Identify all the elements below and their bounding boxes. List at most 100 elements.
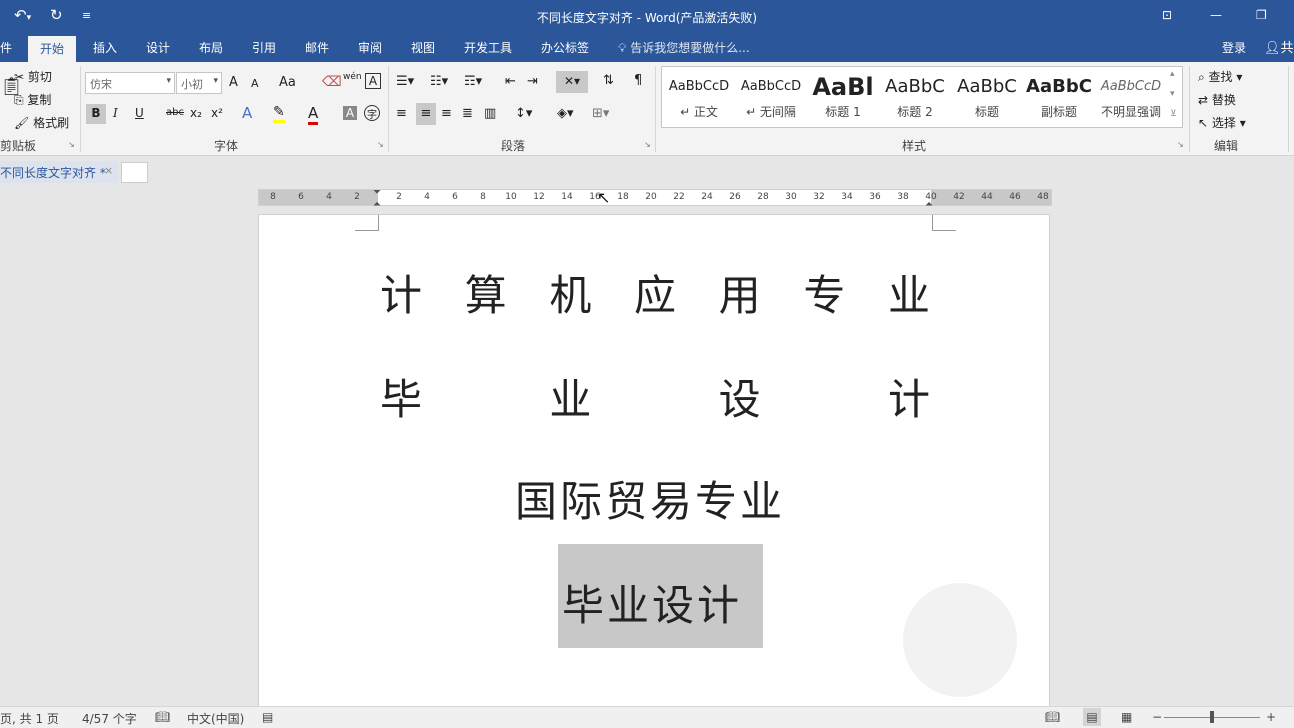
macro-record-icon[interactable]: ▤ (262, 710, 273, 724)
cut-button[interactable]: ✂ 剪切 (14, 68, 52, 85)
subscript-button[interactable]: x₂ (190, 106, 202, 120)
paragraph-launcher-icon[interactable]: ↘ (644, 140, 651, 149)
hanging-indent-marker[interactable]: ⏶ (373, 199, 381, 210)
line-spacing-icon[interactable]: ↕▾ (515, 106, 532, 121)
zoom-out-icon[interactable]: − (1152, 710, 1162, 724)
italic-button[interactable]: I (113, 106, 118, 120)
web-layout-icon[interactable]: ▦ (1121, 710, 1132, 724)
highlight-icon[interactable]: ✎ (273, 104, 285, 123)
tab-file[interactable]: 件 (0, 39, 12, 56)
gallery-more-icon[interactable]: ⊻ (1170, 109, 1177, 119)
right-indent-marker[interactable]: ⏶ (925, 199, 933, 210)
distributed-icon[interactable]: ▥ (484, 106, 496, 121)
copy-button[interactable]: ⎘ 复制 (14, 91, 51, 108)
horizontal-ruler[interactable]: 8 6 4 2 2 4 6 8 10 12 14 16 18 20 22 24 26 28 30 32 34 36 38 40… (258, 187, 1052, 210)
first-line-indent-marker[interactable]: ⏷ (373, 187, 381, 198)
divider (1189, 66, 1190, 152)
minimize-icon[interactable]: — (1210, 8, 1222, 22)
tab-references[interactable]: 引用 (252, 39, 276, 56)
tab-home[interactable]: 开始 (28, 36, 77, 62)
document-tab[interactable]: 不同长度文字对齐 * × (0, 161, 118, 183)
numbering-icon[interactable]: ☷▾ (430, 74, 448, 89)
language-indicator[interactable]: 中文(中国) (187, 710, 244, 727)
format-painter-button[interactable]: 🖌︎ 格式刷 (14, 114, 69, 131)
tab-mailings[interactable]: 邮件 (305, 39, 329, 56)
char-shading-icon[interactable]: A (343, 106, 357, 120)
proofing-icon[interactable]: 📖︎ (155, 710, 170, 724)
tab-layout[interactable]: 布局 (199, 39, 223, 56)
align-right-icon[interactable]: ≡ (441, 106, 452, 121)
page-count[interactable]: 页, 共 1 页 (0, 710, 59, 727)
clipboard-launcher-icon[interactable]: ↘ (68, 140, 75, 149)
align-center-icon[interactable]: ≡ (416, 103, 436, 125)
tab-review[interactable]: 审阅 (358, 39, 382, 56)
zoom-in-icon[interactable]: + (1266, 710, 1276, 724)
ruler-tick-label: 28 (757, 192, 769, 202)
underline-button[interactable]: U (135, 106, 144, 120)
gallery-down-icon[interactable]: ▾ (1170, 89, 1175, 99)
zoom-slider-thumb[interactable] (1210, 711, 1214, 723)
phonetic-guide-button[interactable]: wén (343, 72, 362, 82)
ruler-tick-label: 38 (897, 192, 909, 202)
style-heading-1[interactable]: AaBl 标题 1 (808, 71, 878, 125)
change-case-button[interactable]: Aa (279, 75, 296, 90)
text-char: 计 (888, 375, 931, 424)
strikethrough-button[interactable]: abc (166, 107, 184, 118)
char-spacing-icon[interactable]: ✕▾ (556, 71, 588, 93)
font-color-icon[interactable]: A (308, 104, 319, 125)
show-marks-icon[interactable]: ¶ (634, 73, 642, 88)
text-effects-icon[interactable]: A (242, 104, 252, 122)
align-left-icon[interactable]: ≡ (396, 106, 407, 121)
style-no-spacing[interactable]: AaBbCcD ↵ 无间隔 (736, 71, 806, 125)
bold-button[interactable]: B (86, 104, 106, 124)
borders-icon[interactable]: ⊞▾ (592, 106, 609, 121)
font-launcher-icon[interactable]: ↘ (377, 140, 384, 149)
increase-indent-icon[interactable]: ⇥ (527, 74, 538, 89)
style-subtle-emphasis[interactable]: AaBbCcD 不明显强调 (1096, 71, 1166, 125)
select-button[interactable]: ↖ 选择 ▾ (1198, 114, 1246, 131)
font-name-combo[interactable]: 仿宋 (85, 72, 175, 94)
shrink-font-button[interactable]: A (251, 77, 259, 90)
ruler-tick-label: 22 (673, 192, 685, 202)
replace-button[interactable]: ⇄ 替换 (1198, 91, 1236, 108)
word-count[interactable]: 4/57 个字 (82, 710, 137, 727)
tab-view[interactable]: 视图 (411, 39, 435, 56)
bullets-icon[interactable]: ☰▾ (396, 74, 414, 89)
sort-icon[interactable]: ⇅ (603, 73, 614, 88)
gallery-up-icon[interactable]: ▴ (1170, 69, 1175, 79)
search-icon: ⌕ (1198, 70, 1209, 84)
new-tab-button[interactable] (121, 162, 148, 183)
shading-icon[interactable]: ◈▾ (557, 106, 574, 121)
share-button[interactable]: 👤︎共 (1264, 37, 1294, 56)
grow-font-button[interactable]: A (229, 75, 238, 90)
superscript-button[interactable]: x² (211, 106, 223, 120)
divider (80, 66, 81, 152)
char-border-icon[interactable]: A (365, 73, 381, 89)
close-tab-icon[interactable]: × (104, 164, 113, 177)
tab-office-tab[interactable]: 办公标签 (541, 39, 589, 56)
print-layout-icon[interactable]: ▤ (1083, 708, 1101, 726)
brush-icon: 🖌︎ (14, 116, 34, 130)
style-heading-2[interactable]: AaBbC 标题 2 (880, 71, 950, 125)
find-button[interactable]: ⌕ 查找 ▾ (1198, 68, 1242, 85)
clear-format-icon[interactable]: ⌫ (322, 74, 342, 90)
ruler-tick-label: 32 (813, 192, 825, 202)
justify-icon[interactable]: ≣ (462, 106, 473, 121)
ribbon-display-icon[interactable]: ⊡ (1162, 8, 1172, 22)
tab-insert[interactable]: 插入 (93, 39, 117, 56)
tell-me-search[interactable]: 💡︎ 告诉我您想要做什么... (618, 39, 750, 56)
decrease-indent-icon[interactable]: ⇤ (505, 74, 516, 89)
tab-developer[interactable]: 开发工具 (464, 39, 512, 56)
multilevel-list-icon[interactable]: ☶▾ (464, 74, 482, 89)
ruler-tick-label: 6 (452, 192, 458, 202)
login-link[interactable]: 登录 (1222, 39, 1246, 56)
styles-launcher-icon[interactable]: ↘ (1177, 140, 1184, 149)
tab-design[interactable]: 设计 (146, 39, 170, 56)
style-normal[interactable]: AaBbCcD ↵ 正文 (664, 71, 734, 125)
enclose-char-icon[interactable]: 字 (364, 105, 380, 121)
style-title[interactable]: AaBbC 标题 (952, 71, 1022, 125)
style-subtitle[interactable]: AaBbC 副标题 (1024, 71, 1094, 125)
font-size-combo[interactable]: 小初 (176, 72, 222, 94)
restore-icon[interactable]: ❐ (1256, 8, 1267, 22)
read-mode-icon[interactable]: 📖︎ (1045, 710, 1060, 724)
